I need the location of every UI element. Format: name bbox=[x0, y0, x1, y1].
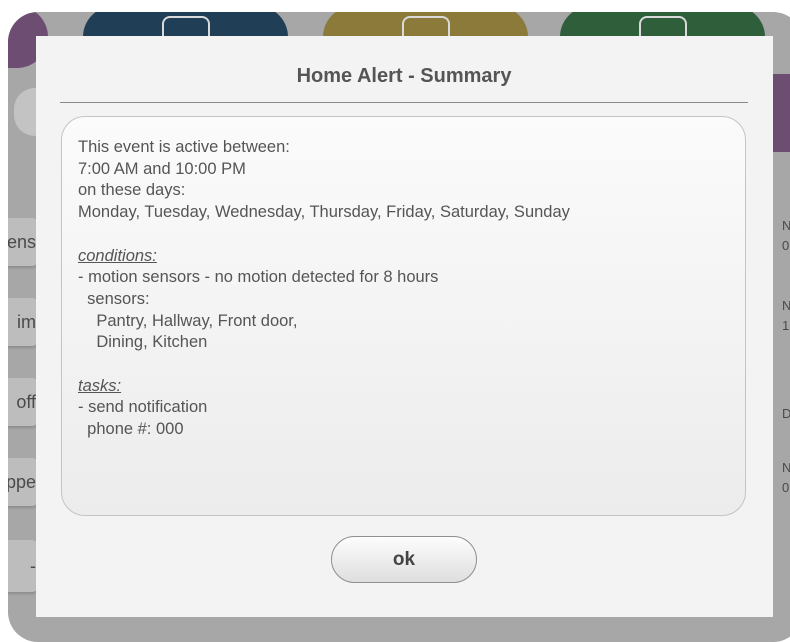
side-value: D bbox=[782, 406, 790, 421]
time-range: 7:00 AM and 10:00 PM bbox=[78, 159, 246, 178]
side-item: ens bbox=[8, 218, 38, 266]
days-list: Monday, Tuesday, Wednesday, Thursday, Fr… bbox=[78, 203, 570, 222]
condition-line: - motion sensors - no motion detected fo… bbox=[78, 268, 439, 287]
side-item: im bbox=[8, 298, 38, 346]
days-intro: on these days: bbox=[78, 181, 186, 200]
side-value: N 0 bbox=[782, 218, 790, 253]
sensors-line: Dining, Kitchen bbox=[78, 333, 208, 352]
side-item: - bbox=[8, 540, 38, 592]
conditions-heading: conditions: bbox=[78, 246, 157, 265]
summary-dialog: Home Alert - Summary This event is activ… bbox=[36, 36, 773, 617]
sensors-label: sensors: bbox=[78, 289, 150, 308]
side-value: N 0 bbox=[782, 460, 790, 495]
task-line: - send notification bbox=[78, 398, 208, 417]
sensors-line: Pantry, Hallway, Front door, bbox=[78, 311, 298, 330]
dialog-title: Home Alert - Summary bbox=[60, 36, 748, 103]
side-item: off bbox=[8, 378, 38, 426]
side-value: N 1 bbox=[782, 298, 790, 333]
phone-line: phone #: 000 bbox=[78, 420, 184, 439]
active-intro: This event is active between: bbox=[78, 138, 290, 156]
side-item: ppe bbox=[8, 458, 38, 506]
ok-button[interactable]: ok bbox=[331, 536, 477, 583]
tasks-heading: tasks: bbox=[78, 376, 122, 395]
summary-panel: This event is active between: 7:00 AM an… bbox=[61, 116, 746, 516]
